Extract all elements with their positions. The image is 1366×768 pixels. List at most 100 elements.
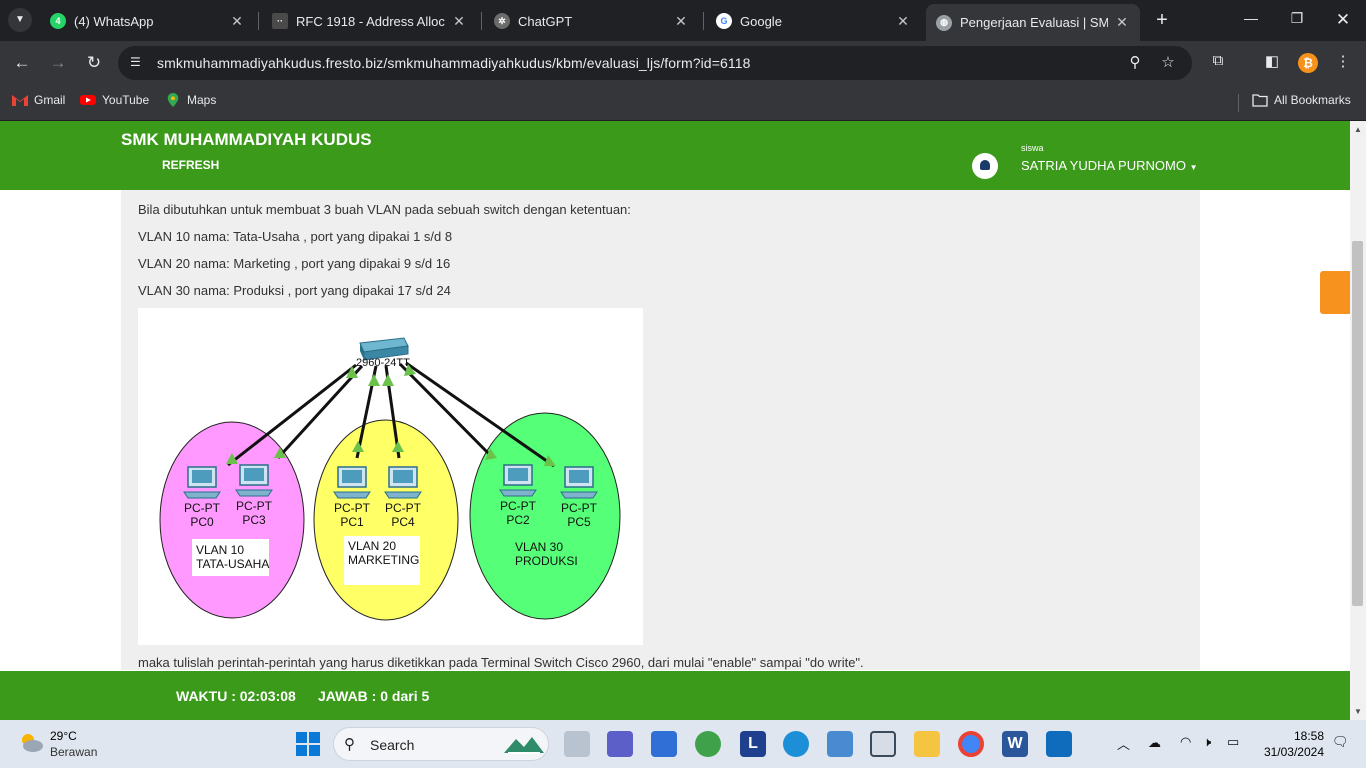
new-tab-button[interactable]: +	[1152, 9, 1172, 32]
vlan20-label-1: VLAN 20	[348, 539, 396, 553]
tab-title: Pengerjaan Evaluasi | SMK M	[960, 15, 1108, 30]
extensions-icon[interactable]: ⧉	[1207, 52, 1229, 74]
menu-kebab-icon[interactable]: ⋮	[1332, 52, 1354, 74]
user-menu[interactable]: SATRIA YUDHA PURNOMO ▼	[1021, 158, 1197, 173]
store-icon[interactable]	[651, 731, 677, 757]
monitor-app-icon[interactable]	[827, 731, 853, 757]
pc-name-label: PC4	[391, 515, 415, 529]
chrome-icon[interactable]	[958, 731, 984, 757]
tab-evaluasi[interactable]: ◍ Pengerjaan Evaluasi | SMK M ✕	[926, 4, 1140, 41]
pc-name-label: PC5	[567, 515, 591, 529]
site-info-icon[interactable]: ☰	[130, 55, 146, 71]
vlan20-zone	[313, 419, 459, 621]
pc-name-label: PC1	[340, 515, 364, 529]
bookmark-star-icon[interactable]: ☆	[1158, 53, 1178, 73]
pc-type-label: PC-PT	[385, 501, 422, 515]
restore-button[interactable]: ❐	[1287, 10, 1307, 27]
question-vlan10: VLAN 10 nama: Tata-Usaha , port yang dip…	[138, 229, 453, 244]
box-app-icon[interactable]	[870, 731, 896, 757]
close-window-button[interactable]: ✕	[1333, 10, 1353, 30]
l-app-icon[interactable]: L	[740, 731, 766, 757]
tab-google[interactable]: G Google ✕	[706, 6, 921, 36]
reload-button[interactable]: ↻	[82, 51, 106, 75]
clock-date[interactable]: 31/03/2024	[1258, 745, 1324, 759]
address-bar[interactable]: ☰ smkmuhammadiyahkudus.fresto.biz/smkmuh…	[118, 46, 1192, 80]
battery-icon[interactable]: ▭	[1227, 734, 1239, 750]
pc-type-label: PC-PT	[500, 499, 537, 513]
close-tab-icon[interactable]: ✕	[229, 13, 245, 30]
task-view-icon[interactable]	[564, 731, 590, 757]
app-globe-icon[interactable]	[695, 731, 721, 757]
floating-side-tab[interactable]	[1320, 271, 1350, 314]
close-tab-icon[interactable]: ✕	[673, 13, 689, 30]
maps-pin-icon	[167, 93, 179, 107]
bookmarks-bar: Gmail YouTube Maps All Bookmarks	[0, 85, 1366, 121]
clock-time[interactable]: 18:58	[1258, 729, 1324, 743]
tab-chatgpt[interactable]: ✲ ChatGPT ✕	[484, 6, 699, 36]
pc-type-label: PC-PT	[184, 501, 221, 515]
close-tab-icon[interactable]: ✕	[895, 13, 911, 30]
scroll-down-arrow-icon[interactable]: ▼	[1354, 707, 1362, 716]
scrollbar-thumb[interactable]	[1352, 241, 1363, 606]
chatgpt-icon: ✲	[494, 13, 510, 29]
notepad-icon[interactable]	[1046, 731, 1072, 757]
question-panel: Bila dibutuhkan untuk membuat 3 buah VLA…	[121, 190, 1200, 670]
browser-toolbar: ← → ↻ ☰ smkmuhammadiyahkudus.fresto.biz/…	[0, 41, 1366, 85]
side-panel-icon[interactable]: ◧	[1261, 52, 1283, 74]
question-vlan20: VLAN 20 nama: Marketing , port yang dipa…	[138, 256, 451, 271]
bookmark-maps[interactable]: Maps	[165, 93, 216, 107]
cloud-sync-icon[interactable]: ☁	[1148, 735, 1161, 751]
timer: WAKTU : 02:03:08	[176, 688, 296, 704]
all-bookmarks-button[interactable]: All Bookmarks	[1252, 93, 1351, 107]
tab-title: ChatGPT	[518, 13, 573, 29]
close-tab-icon[interactable]: ✕	[451, 13, 467, 30]
close-tab-icon[interactable]: ✕	[1114, 14, 1130, 31]
vlan30-label-2: PRODUKSI	[515, 554, 578, 568]
bookmark-youtube[interactable]: YouTube	[80, 93, 149, 107]
forward-button[interactable]: →	[46, 51, 70, 75]
bitcoin-extension-icon[interactable]: ₿	[1298, 53, 1318, 73]
search-icon: ⚲	[344, 736, 355, 753]
vlan20-label-2: MARKETING	[348, 553, 419, 567]
caret-down-icon: ▼	[1189, 163, 1198, 172]
browser-tab-bar: ▼ 4 (4) WhatsApp ✕ ·· RFC 1918 - Address…	[0, 0, 1366, 41]
google-icon: G	[716, 13, 732, 29]
weather-desc[interactable]: Berawan	[50, 745, 97, 759]
windows-start-icon[interactable]	[296, 732, 320, 756]
url-text[interactable]: smkmuhammadiyahkudus.fresto.biz/smkmuham…	[157, 55, 750, 71]
folder-icon	[1252, 94, 1268, 107]
minimize-button[interactable]: —	[1241, 10, 1261, 26]
wifi-icon[interactable]: ◠	[1180, 734, 1191, 750]
tab-title: (4) WhatsApp	[74, 13, 154, 29]
switch-label: 2960-24TT	[356, 357, 410, 369]
tab-title: Google	[740, 13, 782, 29]
vlan30-label-1: VLAN 30	[515, 540, 563, 554]
globe-icon: ◍	[936, 14, 952, 31]
word-icon[interactable]: W	[1002, 731, 1028, 757]
cloudy-weather-icon[interactable]	[18, 730, 44, 754]
tab-whatsapp[interactable]: 4 (4) WhatsApp ✕	[40, 6, 255, 36]
notifications-icon[interactable]: 🗨	[1332, 734, 1349, 750]
scroll-up-arrow-icon[interactable]: ▲	[1354, 125, 1362, 134]
weather-temp[interactable]: 29°C	[50, 729, 77, 743]
search-highlight-icon	[504, 737, 544, 754]
taskbar-search[interactable]: ⚲ Search	[333, 727, 549, 761]
question-instruction: maka tulislah perintah-perintah yang har…	[138, 655, 864, 670]
answer-count: JAWAB : 0 dari 5	[318, 688, 430, 704]
zoom-icon[interactable]: ⚲	[1125, 53, 1145, 73]
refresh-link[interactable]: REFRESH	[162, 158, 219, 172]
tab-rfc1918[interactable]: ·· RFC 1918 - Address Allocatio ✕	[262, 6, 477, 36]
notification-bell-icon[interactable]	[972, 153, 998, 179]
school-name: SMK MUHAMMADIYAH KUDUS	[121, 130, 372, 149]
tray-overflow-icon[interactable]: ︿	[1117, 734, 1130, 753]
network-diagram: 2960-24TT PC-PT PC0 PC-PT PC3 PC-PT PC1 PC-PT P…	[138, 308, 643, 645]
volume-muted-icon[interactable]: 🕨	[1203, 734, 1211, 750]
tab-search-button[interactable]: ▼	[8, 8, 32, 32]
back-button[interactable]: ←	[10, 51, 34, 75]
file-explorer-icon[interactable]	[914, 731, 940, 757]
edge-icon[interactable]	[783, 731, 809, 757]
bookmark-gmail[interactable]: Gmail	[12, 93, 65, 107]
pc-type-label: PC-PT	[561, 501, 598, 515]
page-scrollbar[interactable]: ▲ ▼	[1350, 121, 1366, 720]
meet-icon[interactable]	[607, 731, 633, 757]
